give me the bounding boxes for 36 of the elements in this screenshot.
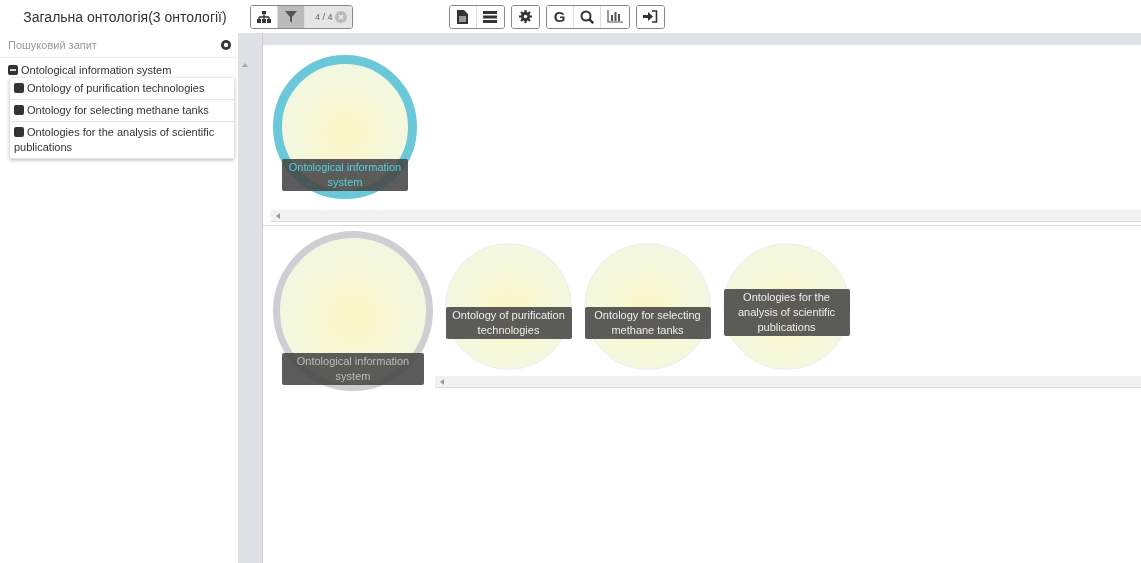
settings-button[interactable] [511,5,539,28]
login-button[interactable] [636,5,664,28]
tree-item-label: Ontological information system [21,64,172,76]
horizontal-scrollbar[interactable] [435,376,1141,388]
tree-item[interactable]: Ontological information system [6,62,234,78]
document-button[interactable] [449,5,477,28]
filter-icon [285,10,297,23]
clear-search-icon[interactable] [221,40,231,50]
node-label: Ontological information system [282,353,424,385]
list-icon [483,10,497,23]
bar-chart-icon [606,10,623,23]
tree-item[interactable]: Ontology of purification technologies [10,78,234,100]
tree-item-label: Ontologies for the analysis of scientific publications [14,125,216,155]
tree-item-label: Ontology of purification technologies [14,81,205,96]
node-label: Ontology for selecting methane tanks [584,307,711,339]
tree-item[interactable]: Ontologies for the analysis of scientific publications [10,122,234,159]
tree-view-button[interactable] [251,5,278,28]
google-button[interactable]: G [546,5,574,28]
ontology-title: Загальна онтологія(3 онтології) [23,8,227,25]
tree-item-label: Ontology for selecting methane tanks [14,103,209,118]
collapse-icon[interactable] [8,65,18,75]
hierarchy-icon [257,10,271,23]
node-label: Ontology of purification technologies [445,307,572,339]
horizontal-scrollbar[interactable] [271,210,1141,222]
expand-icon[interactable] [14,127,24,137]
document-icon [457,9,468,24]
expand-icon[interactable] [14,83,24,93]
counter-text: 4 / 4 [315,11,333,22]
settings-icon [518,10,532,23]
expand-icon[interactable] [14,105,24,115]
search-icon [579,9,594,24]
filter-button[interactable] [278,5,305,28]
login-icon [642,10,658,23]
tree-item[interactable]: Ontology for selecting methane tanks [10,100,234,122]
node-label: Ontologies for the analysis of scientific publications [723,289,850,336]
node-label: Ontological information system [282,159,408,191]
